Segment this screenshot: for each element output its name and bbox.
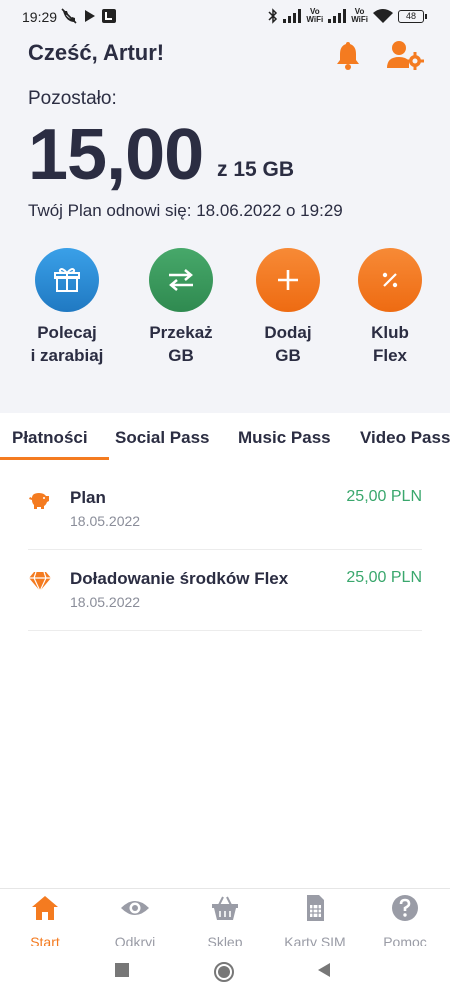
- greeting: Cześć, Artur!: [28, 40, 165, 65]
- nav-help[interactable]: Pomoc: [360, 893, 450, 950]
- wifi-icon: [373, 8, 393, 23]
- tab-social-pass[interactable]: Social Pass: [115, 428, 210, 448]
- action-label: GB: [168, 346, 194, 365]
- nav-shop[interactable]: Sklep: [180, 893, 270, 950]
- dnd-phone-icon: [61, 8, 77, 24]
- nav-sim-cards[interactable]: Karty SIM: [270, 893, 360, 950]
- gift-icon: [35, 248, 99, 312]
- plus-icon: [256, 248, 320, 312]
- bluetooth-icon: [268, 8, 278, 24]
- action-label: i zarabiaj: [30, 346, 104, 365]
- tab-payments[interactable]: Płatności: [12, 428, 88, 448]
- bottom-navigation: Start Odkryj Sklep Karty SIM Pomoc: [0, 888, 450, 950]
- action-club-flex[interactable]: Klub Flex: [335, 248, 445, 367]
- status-bar: 19:29 Vo WiFi Vo WiFi 48: [0, 0, 450, 36]
- help-icon: [392, 895, 418, 921]
- battery-icon: 48: [398, 9, 427, 23]
- tab-music-pass[interactable]: Music Pass: [238, 428, 331, 448]
- action-refer-earn[interactable]: Polecaj i zarabiaj: [12, 248, 122, 367]
- active-tab-indicator: [0, 457, 109, 460]
- back-icon[interactable]: [317, 963, 331, 977]
- payment-amount: 25,00 PLN: [346, 488, 422, 505]
- eye-icon: [121, 901, 149, 915]
- percent-icon: [358, 248, 422, 312]
- vowifi-icon-2: Vo WiFi: [351, 7, 368, 24]
- payment-date: 18.05.2022: [70, 513, 141, 529]
- plan-renewal-text: Twój Plan odnowi się: 18.06.2022 o 19:29: [28, 201, 343, 220]
- bell-icon[interactable]: [334, 40, 362, 70]
- action-label: Przekaż: [149, 323, 213, 342]
- vowifi-icon: Vo WiFi: [306, 7, 324, 24]
- tab-video-pass[interactable]: Video Pass: [360, 428, 450, 448]
- home-button-icon[interactable]: [213, 961, 235, 983]
- signal-icon-2: [328, 9, 347, 23]
- action-label: Flex: [372, 346, 408, 365]
- signal-icon: [283, 9, 302, 23]
- basket-icon: [212, 896, 238, 920]
- user-settings-icon[interactable]: [386, 40, 424, 70]
- transfer-icon: [149, 248, 213, 312]
- action-label: Klub: [371, 323, 409, 342]
- home-icon: [32, 896, 58, 920]
- action-label: Polecaj: [37, 323, 97, 342]
- payment-row[interactable]: Plan 18.05.2022 25,00 PLN: [28, 470, 422, 550]
- remaining-label: Pozostało:: [28, 88, 117, 109]
- payment-date: 18.05.2022: [70, 594, 141, 610]
- remaining-amount: 15,00: [28, 115, 204, 195]
- play-icon: [85, 10, 95, 22]
- sim-card-icon: [307, 895, 324, 921]
- payment-row[interactable]: Doładowanie środków Flex 18.05.2022 25,0…: [28, 551, 422, 631]
- piggy-bank-icon: [29, 493, 49, 509]
- payment-title: Doładowanie środków Flex: [70, 569, 289, 588]
- action-add-gb[interactable]: Dodaj GB: [233, 248, 343, 367]
- system-navigation-bar: [0, 946, 450, 999]
- status-time: 19:29: [22, 9, 58, 25]
- action-label: GB: [275, 346, 301, 365]
- remaining-unit: z 15 GB: [217, 158, 295, 181]
- payment-amount: 25,00 PLN: [346, 569, 422, 586]
- recent-apps-icon[interactable]: [115, 963, 129, 977]
- nav-discover[interactable]: Odkryj: [90, 893, 180, 950]
- nav-start[interactable]: Start: [0, 893, 90, 950]
- tab-bar: Płatności Social Pass Music Pass Video P…: [0, 414, 450, 462]
- action-label: Dodaj: [264, 323, 312, 342]
- app-notification-icon: [102, 9, 116, 23]
- payment-title: Plan: [70, 488, 106, 507]
- action-transfer-gb[interactable]: Przekaż GB: [126, 248, 236, 367]
- diamond-icon: [29, 571, 51, 593]
